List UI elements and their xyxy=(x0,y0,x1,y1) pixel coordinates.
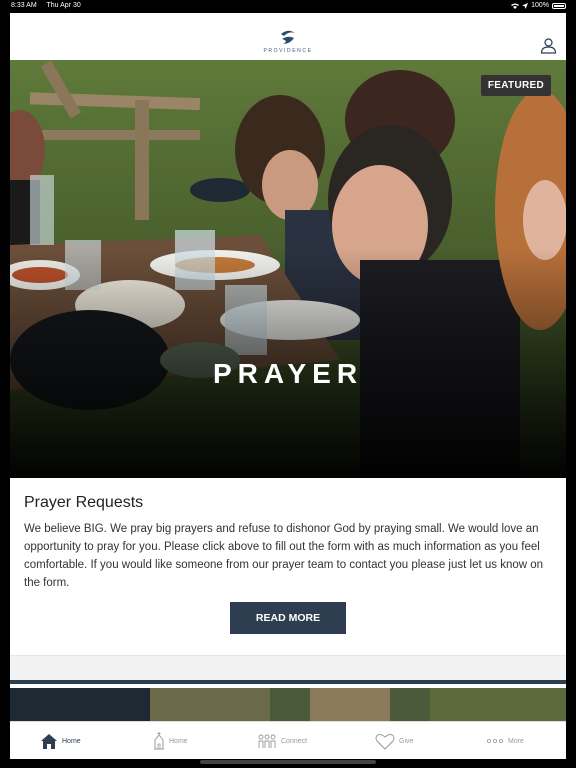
house-icon xyxy=(41,733,57,749)
status-date: Thu Apr 30 xyxy=(46,2,81,9)
home-indicator[interactable] xyxy=(200,760,376,764)
hero-title: PRAYER xyxy=(212,358,364,389)
header: PROVIDENCE xyxy=(10,13,566,60)
tab-give-label: Give xyxy=(399,737,414,745)
tab-home-label: Home xyxy=(62,737,81,745)
tab-more[interactable]: More xyxy=(486,722,524,759)
battery-icon xyxy=(552,2,566,9)
next-card-photo xyxy=(10,688,566,721)
card-title: Prayer Requests xyxy=(24,494,144,511)
hero-photo xyxy=(10,60,566,478)
divider-line xyxy=(10,680,566,684)
tab-church[interactable]: Home xyxy=(153,722,188,759)
location-icon xyxy=(522,2,529,9)
logo[interactable]: PROVIDENCE xyxy=(258,30,318,54)
tab-bar: Home Home Connect Give More xyxy=(10,721,566,759)
church-icon xyxy=(154,732,164,750)
content-card: Prayer Requests We believe BIG. We pray … xyxy=(10,478,566,655)
next-card-image[interactable] xyxy=(10,688,566,721)
logo-text: PROVIDENCE xyxy=(263,48,313,54)
hero-banner[interactable]: FEATURED PRAYER xyxy=(10,60,566,478)
tab-home[interactable]: Home xyxy=(40,722,81,759)
tab-connect-label: Connect xyxy=(281,737,308,745)
status-time: 8:33 AM xyxy=(11,2,37,9)
section-divider xyxy=(10,655,566,684)
app-window: PROVIDENCE FEATURED PRAYER Prayer Reques… xyxy=(10,13,566,759)
heart-icon xyxy=(375,733,395,750)
card-body: We believe BIG. We pray big prayers and … xyxy=(24,523,544,589)
status-left: 8:33 AM Thu Apr 30 xyxy=(11,2,89,9)
wifi-icon xyxy=(511,3,520,9)
tab-give[interactable]: Give xyxy=(375,722,413,759)
profile-icon[interactable] xyxy=(540,37,557,54)
people-icon xyxy=(258,734,276,748)
status-bar: 8:33 AM Thu Apr 30 100% xyxy=(0,0,576,13)
featured-badge: FEATURED xyxy=(480,75,551,96)
dots-icon xyxy=(486,738,503,744)
tab-church-label: Home xyxy=(169,737,188,745)
tab-connect[interactable]: Connect xyxy=(257,722,307,759)
status-right: 100% xyxy=(511,2,566,9)
logo-mark-icon xyxy=(281,30,295,44)
read-more-button[interactable]: READ MORE xyxy=(230,602,346,634)
tab-more-label: More xyxy=(508,737,524,745)
battery-percent: 100% xyxy=(531,2,549,9)
